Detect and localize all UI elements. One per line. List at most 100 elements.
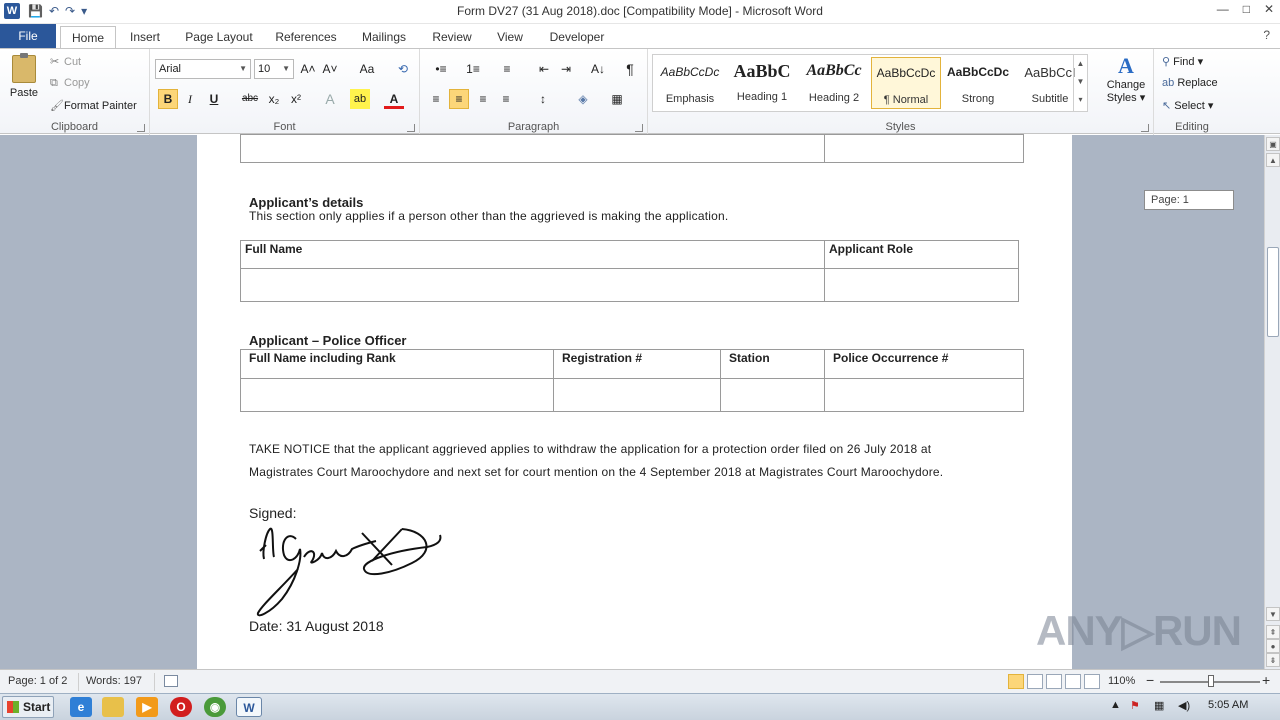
replace-button[interactable]: ab Replace [1162,77,1218,89]
strikethrough-button[interactable]: abc [238,89,262,109]
tab-file[interactable]: File [0,24,56,48]
tab-review[interactable]: Review [426,26,478,48]
proofing-icon[interactable] [164,675,178,687]
table-cell[interactable] [824,378,1024,412]
table-cell[interactable] [240,378,554,412]
paragraph-launcher[interactable] [635,124,643,132]
select-button[interactable]: ↖ Select ▾ [1162,99,1213,112]
security-alert-icon[interactable]: ⚑ [1130,699,1140,712]
close-button[interactable]: ✕ [1264,2,1274,16]
tab-insert[interactable]: Insert [122,26,168,48]
underline-button[interactable]: U [204,89,224,109]
decrease-indent-button[interactable]: ⇤ [534,59,554,79]
cut-button[interactable]: ✂ Cut [50,55,81,68]
network-icon[interactable]: ▦ [1154,699,1164,712]
scroll-thumb[interactable] [1267,247,1279,337]
ruler-toggle-icon[interactable]: ▣ [1266,137,1280,151]
print-layout-view-icon[interactable] [1008,674,1024,689]
numbering-button[interactable]: 1≡ [460,59,486,79]
font-color-button[interactable]: A [384,89,404,109]
highlight-button[interactable]: ab [350,89,370,109]
zoom-in-button[interactable]: + [1262,672,1270,688]
start-button[interactable]: Start [2,696,54,718]
web-layout-icon[interactable] [1046,674,1062,689]
shading-button[interactable]: ◈ [570,89,596,109]
find-button[interactable]: ⚲ Find ▾ [1162,55,1203,68]
tab-home[interactable]: Home [60,26,116,48]
scroll-down-icon[interactable]: ▼ [1266,607,1280,621]
line-spacing-button[interactable]: ↕ [530,89,556,109]
grow-font-button[interactable]: A˄ [298,59,318,79]
center-button[interactable]: ≡ [449,89,469,109]
styles-launcher[interactable] [1141,124,1149,132]
zoom-level[interactable]: 110% [1108,675,1135,687]
shrink-font-button[interactable]: A˅ [320,59,340,79]
next-page-icon[interactable]: ⇟ [1266,653,1280,667]
align-right-button[interactable]: ≡ [473,89,493,109]
bold-button[interactable]: B [158,89,178,109]
volume-icon[interactable]: ◀) [1178,699,1190,712]
outline-view-icon[interactable] [1065,674,1081,689]
text-effects-button[interactable]: A [320,89,340,109]
show-hidden-icons[interactable]: ▲ [1110,699,1121,711]
zoom-out-button[interactable]: − [1146,672,1154,688]
maximize-button[interactable]: □ [1243,2,1250,16]
vertical-scrollbar[interactable]: ▣ ▲ ▼ ⇞ ● ⇟ [1264,135,1280,669]
browse-object-icon[interactable]: ● [1266,639,1280,653]
document-page[interactable]: Applicant’s details This section only ap… [197,134,1072,669]
table-cell[interactable] [553,378,721,412]
tab-mailings[interactable]: Mailings [354,26,414,48]
superscript-button[interactable]: x² [286,89,306,109]
style-heading-1[interactable]: AaBbC Heading 1 [727,57,797,109]
page-count[interactable]: Page: 1 of 2 [8,675,67,687]
chrome-icon[interactable]: ◉ [204,697,226,717]
word-count[interactable]: Words: 197 [86,675,142,687]
tab-developer[interactable]: Developer [544,26,610,48]
bullets-button[interactable]: •≡ [428,59,454,79]
borders-button[interactable]: ▦ [604,89,630,109]
clear-formatting-button[interactable]: ⟲ [393,59,413,79]
style-emphasis[interactable]: AaBbCcDc Emphasis [655,57,725,109]
italic-button[interactable]: I [180,89,200,109]
font-name-combo[interactable]: Arial ▼ [155,59,251,79]
media-player-icon[interactable]: ▶ [136,697,158,717]
table-cell[interactable] [824,134,1024,163]
justify-button[interactable]: ≡ [496,89,516,109]
font-size-combo[interactable]: 10 ▼ [254,59,294,79]
internet-explorer-icon[interactable]: e [70,697,92,717]
change-styles-button[interactable]: A Change Styles ▾ [1100,53,1152,113]
format-painter-button[interactable]: 🖌Format Painter [50,99,137,112]
multilevel-list-button[interactable]: ≡ [494,59,520,79]
clipboard-launcher[interactable] [137,124,145,132]
font-launcher[interactable] [407,124,415,132]
antivirus-icon[interactable]: O [170,697,192,717]
subscript-button[interactable]: x₂ [264,89,284,109]
previous-page-icon[interactable]: ⇞ [1266,625,1280,639]
tab-view[interactable]: View [490,26,530,48]
style-normal[interactable]: AaBbCcDc ¶ Normal [871,57,941,109]
style-heading-2[interactable]: AaBbCc Heading 2 [799,57,869,109]
minimize-button[interactable]: — [1217,2,1229,16]
sort-button[interactable]: A↓ [586,59,610,79]
align-left-button[interactable]: ≡ [426,89,446,109]
zoom-slider-thumb[interactable] [1208,675,1214,687]
clock[interactable]: 5:05 AM [1208,699,1248,711]
table-cell[interactable] [240,134,825,163]
tab-references[interactable]: References [270,26,342,48]
table-cell[interactable] [240,268,825,302]
show-formatting-button[interactable]: ¶ [620,59,640,79]
tab-page-layout[interactable]: Page Layout [180,26,258,48]
word-taskbar-icon[interactable]: W [236,697,262,717]
styles-gallery-scroll[interactable]: ▲ ▼ ▾ [1073,55,1087,111]
folder-icon[interactable] [102,697,124,717]
help-icon[interactable]: ? [1263,28,1270,42]
full-screen-reading-icon[interactable] [1027,674,1043,689]
style-strong[interactable]: AaBbCcDc Strong [943,57,1013,109]
table-cell[interactable] [720,378,825,412]
scroll-up-icon[interactable]: ▲ [1266,153,1280,167]
copy-button[interactable]: ⧉ Copy [50,77,90,90]
change-case-button[interactable]: Aa [354,59,380,79]
table-cell[interactable] [824,268,1019,302]
paste-button[interactable]: Paste [6,53,42,111]
draft-view-icon[interactable] [1084,674,1100,689]
